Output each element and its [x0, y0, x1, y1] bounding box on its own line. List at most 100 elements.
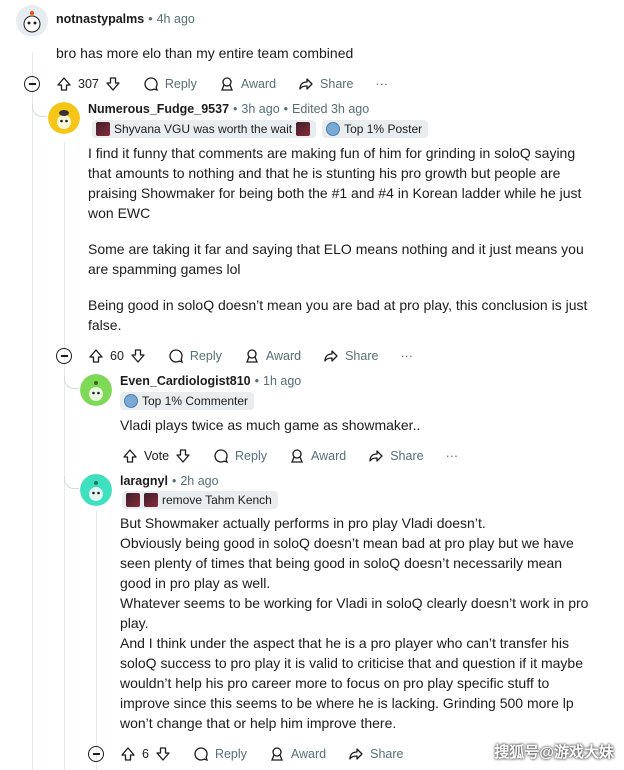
- comment-bubble-icon: [169, 349, 183, 364]
- award-icon: [270, 747, 283, 761]
- award-button[interactable]: Award: [244, 348, 301, 364]
- thread-line-level2: [64, 142, 65, 770]
- thread-line-root: [32, 52, 33, 770]
- separator: •: [233, 102, 238, 116]
- champion-emote-icon: [126, 493, 140, 507]
- reply-button[interactable]: Reply: [168, 348, 222, 364]
- share-icon: [369, 450, 383, 462]
- upvote-icon[interactable]: [120, 746, 136, 762]
- downvote-icon[interactable]: [130, 348, 146, 364]
- vote-count: 6: [142, 747, 149, 761]
- avatar[interactable]: [80, 374, 112, 406]
- more-options-button[interactable]: ···: [375, 77, 388, 91]
- downvote-icon[interactable]: [175, 448, 191, 464]
- reply-label: Reply: [189, 349, 222, 363]
- award-button[interactable]: Award: [289, 448, 346, 464]
- watermark: 搜狐号@游戏大妹: [494, 744, 614, 761]
- reply-button[interactable]: Reply: [193, 746, 247, 762]
- upvote-icon[interactable]: [122, 448, 138, 464]
- award-icon: [291, 449, 303, 463]
- badge-icon: [326, 122, 341, 136]
- achievement-badge[interactable]: Top 1% Poster: [322, 120, 429, 138]
- author-name[interactable]: laragnyl: [120, 474, 168, 488]
- downvote-icon[interactable]: [105, 76, 121, 92]
- award-button[interactable]: Award: [269, 746, 326, 762]
- timestamp[interactable]: 1h ago: [263, 374, 301, 388]
- vote-group: 60: [88, 348, 146, 364]
- avatar[interactable]: [16, 5, 48, 37]
- reply-button[interactable]: Reply: [143, 76, 197, 92]
- achievement-badge[interactable]: Top 1% Commenter: [120, 392, 255, 410]
- user-flair: remove Tahm Kench: [122, 491, 278, 509]
- champion-emote-icon: [96, 122, 110, 136]
- action-bar: Vote Reply Award Share ···: [122, 444, 480, 468]
- badge-text: Top 1% Commenter: [142, 394, 249, 408]
- comment-paragraph: But Showmaker actually performs in pro p…: [120, 515, 486, 531]
- reply-label: Reply: [235, 449, 267, 463]
- author-name[interactable]: Even_Cardiologist810: [120, 374, 251, 388]
- vote-count: 60: [110, 349, 124, 363]
- avatar[interactable]: [80, 474, 112, 506]
- reply-label: Reply: [164, 77, 197, 91]
- share-button[interactable]: Share: [348, 746, 404, 762]
- flair-row: remove Tahm Kench: [122, 491, 278, 509]
- ellipsis-icon: ···: [400, 349, 413, 363]
- comment-meta: Numerous_Fudge_9537 • 3h ago • Edited 3h…: [88, 102, 369, 116]
- upvote-icon[interactable]: [88, 348, 104, 364]
- collapse-button[interactable]: [88, 746, 104, 762]
- comment-bubble-icon: [144, 77, 158, 92]
- vote-group: Vote: [122, 448, 191, 464]
- badge-text: Top 1% Poster: [344, 122, 423, 136]
- edited-label: Edited 3h ago: [292, 102, 370, 116]
- flair-text: Shyvana VGU was worth the wait: [114, 122, 293, 136]
- share-icon: [299, 78, 313, 90]
- action-bar: 60 Reply Award Share ···: [88, 344, 435, 368]
- thread-connector: [32, 104, 47, 117]
- comment-meta: Even_Cardiologist810 • 1h ago: [120, 374, 301, 388]
- reply-label: Reply: [214, 747, 247, 761]
- timestamp[interactable]: 2h ago: [180, 474, 218, 488]
- user-flair: Shyvana VGU was worth the wait: [92, 120, 317, 138]
- more-options-button[interactable]: ···: [400, 349, 413, 363]
- upvote-icon[interactable]: [56, 76, 72, 92]
- author-name[interactable]: Numerous_Fudge_9537: [88, 102, 229, 116]
- comment-bubble-icon: [214, 449, 229, 464]
- vote-count: 307: [78, 77, 99, 91]
- flair-text: remove Tahm Kench: [162, 493, 272, 507]
- timestamp[interactable]: 3h ago: [241, 102, 279, 116]
- comment-paragraph: Vladi plays twice as much game as showma…: [120, 417, 421, 433]
- downvote-icon[interactable]: [155, 746, 171, 762]
- flair-row: Top 1% Commenter: [120, 392, 255, 410]
- flair-row: Shyvana VGU was worth the wait Top 1% Po…: [92, 120, 429, 138]
- vote-group: 307: [56, 76, 121, 92]
- separator: •: [171, 474, 177, 488]
- vote-count: Vote: [144, 449, 170, 463]
- action-bar: 307 Reply Award Share ···: [56, 72, 410, 96]
- share-button[interactable]: Share: [368, 448, 424, 464]
- collapse-button[interactable]: [56, 348, 72, 364]
- separator: •: [283, 102, 289, 116]
- award-icon: [220, 77, 233, 91]
- share-label: Share: [345, 349, 379, 363]
- share-label: Share: [390, 449, 424, 463]
- ellipsis-icon: ···: [375, 77, 388, 91]
- comment-meta: notnastypalms • 4h ago: [56, 12, 195, 26]
- separator: •: [254, 374, 259, 388]
- more-options-button[interactable]: ···: [446, 449, 459, 463]
- comment-bubble-icon: [194, 747, 208, 762]
- author-name[interactable]: notnastypalms: [56, 12, 144, 26]
- collapse-button[interactable]: [24, 76, 40, 92]
- share-button[interactable]: Share: [323, 348, 378, 364]
- separator: •: [148, 12, 153, 26]
- comment-paragraph: bro has more elo than my entire team com…: [56, 45, 354, 61]
- share-button[interactable]: Share: [298, 76, 353, 92]
- comment-body: I find it funny that comments are making…: [88, 143, 588, 351]
- comment-paragraph: I find it funny that comments are making…: [88, 145, 582, 221]
- comment-paragraph: Being good in soloQ doesn’t mean you are…: [88, 297, 588, 333]
- avatar[interactable]: [48, 102, 80, 134]
- award-button[interactable]: Award: [219, 76, 276, 92]
- reply-button[interactable]: Reply: [213, 448, 267, 464]
- thread-connector: [64, 476, 79, 489]
- comment-paragraph: And I think under the aspect that he is …: [120, 635, 583, 731]
- timestamp[interactable]: 4h ago: [157, 12, 195, 26]
